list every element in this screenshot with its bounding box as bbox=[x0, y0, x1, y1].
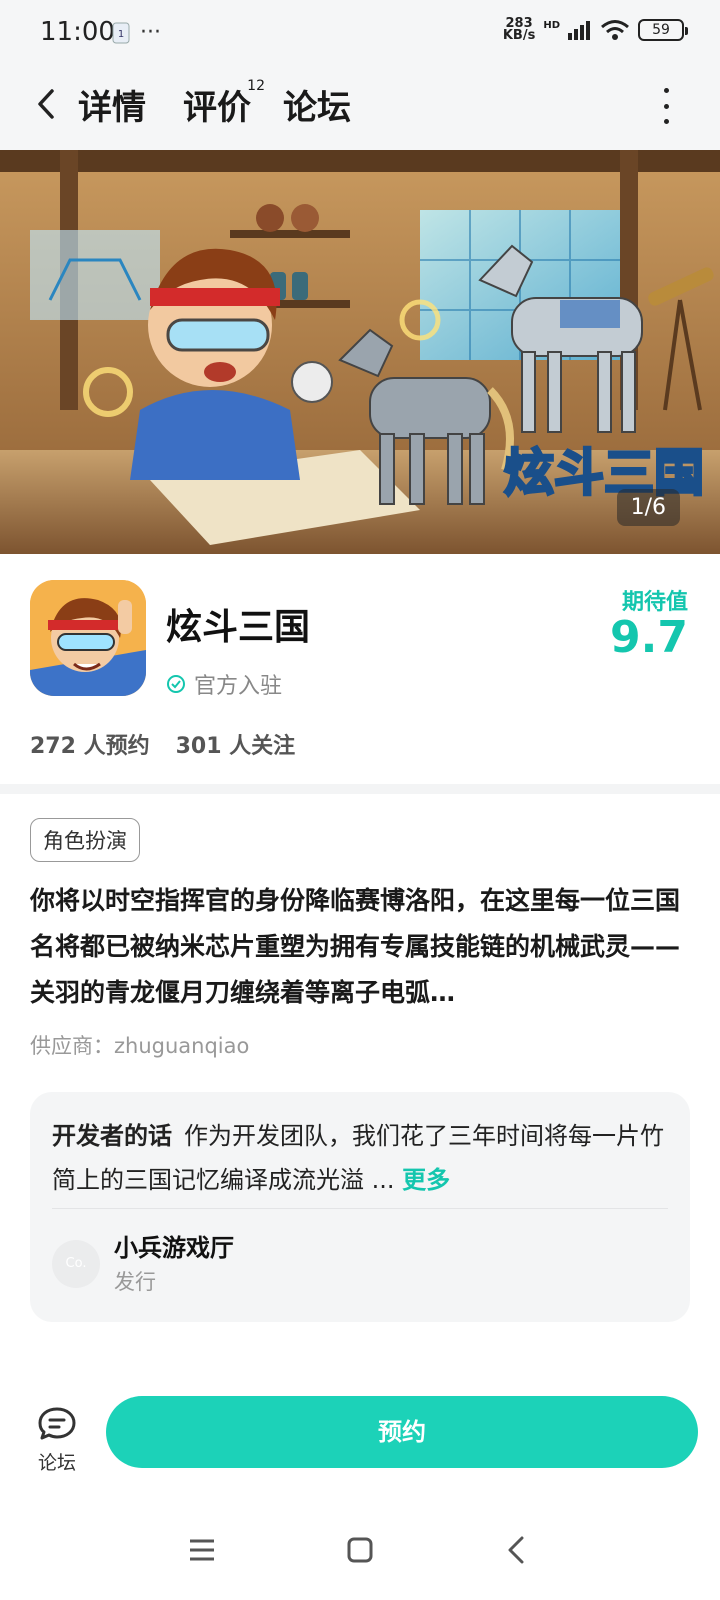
verified-check-icon bbox=[167, 675, 185, 693]
forum-button[interactable]: 论坛 bbox=[30, 1406, 84, 1475]
screenshot-carousel[interactable]: 炫斗三国 1/6 bbox=[0, 150, 720, 554]
more-notifications-indicator: ··· bbox=[140, 20, 161, 45]
notification-app-icon: 1 bbox=[112, 22, 130, 43]
carousel-counter: 1/6 bbox=[616, 489, 680, 526]
developer-words-title: 开发者的话 bbox=[52, 1122, 172, 1150]
more-link[interactable]: 更多 bbox=[402, 1166, 450, 1194]
card-divider bbox=[52, 1208, 668, 1209]
developer-card: 开发者的话 作为开发团队，我们花了三年时间将每一片竹简上的三国记忆编译成流光溢 .… bbox=[30, 1092, 690, 1322]
app-name: 炫斗三国 bbox=[166, 607, 311, 648]
hd-label: HD bbox=[543, 20, 560, 31]
home-square-icon bbox=[347, 1537, 373, 1563]
back-chevron-icon bbox=[508, 1536, 524, 1564]
menu-icon bbox=[190, 1539, 214, 1561]
follower-count: 301 人关注 bbox=[175, 734, 296, 759]
home-nav-button[interactable] bbox=[340, 1530, 380, 1570]
tab-reviews[interactable]: 评价 12 bbox=[183, 78, 265, 129]
app-stats: 272 人预约 301 人关注 bbox=[30, 728, 295, 760]
app-icon-art bbox=[30, 580, 146, 696]
app-info-section: 炫斗三国 官方入驻 期待值 9.7 272 人预约 301 人关注 bbox=[0, 554, 720, 784]
more-dot-icon bbox=[663, 88, 669, 93]
system-nav-bar bbox=[0, 1500, 720, 1600]
top-nav: 详情 评价 12 论坛 bbox=[0, 66, 720, 150]
tab-details[interactable]: 详情 bbox=[76, 80, 148, 129]
tab-forum[interactable]: 论坛 bbox=[283, 80, 351, 129]
app-icon bbox=[30, 580, 146, 696]
reservation-count: 272 人预约 bbox=[30, 734, 150, 759]
forum-chat-icon bbox=[38, 1407, 76, 1440]
status-time: 11:00 bbox=[40, 17, 115, 47]
battery-indicator: 59 bbox=[638, 19, 688, 41]
publisher-role: 发行 bbox=[114, 1270, 156, 1294]
reserve-button[interactable]: 预约 bbox=[106, 1396, 698, 1468]
genre-tag[interactable]: 角色扮演 bbox=[30, 818, 140, 862]
developer-words: 开发者的话 作为开发团队，我们花了三年时间将每一片竹简上的三国记忆编译成流光溢 .… bbox=[52, 1114, 668, 1202]
network-speed: 283 KB/s bbox=[502, 16, 536, 43]
wifi-icon bbox=[601, 20, 629, 40]
publisher-name[interactable]: 小兵游戏厅 bbox=[114, 1228, 234, 1263]
menu-nav-button[interactable] bbox=[182, 1530, 222, 1570]
game-description[interactable]: 你将以时空指挥官的身份降临赛博洛阳，在这里每一位三国名将都已被纳米芯片重塑为拥有… bbox=[30, 878, 690, 1016]
back-nav-button[interactable] bbox=[496, 1530, 536, 1570]
svg-text:1: 1 bbox=[118, 29, 124, 40]
expectation-score: 9.7 bbox=[610, 612, 688, 663]
more-options-button[interactable] bbox=[656, 88, 676, 124]
review-count-badge: 12 bbox=[247, 78, 265, 94]
banner-illustration: 炫斗三国 bbox=[0, 150, 720, 554]
section-divider bbox=[0, 784, 720, 794]
signal-icon bbox=[568, 21, 590, 40]
status-bar: 11:00 1 ··· 283 KB/s HD 59 bbox=[0, 0, 720, 66]
bottom-action-bar: 论坛 预约 bbox=[0, 1376, 720, 1486]
back-arrow-icon bbox=[38, 89, 54, 119]
supplier-info: 供应商：zhuguanqiao bbox=[30, 1034, 250, 1058]
official-badge: 官方入驻 bbox=[166, 668, 282, 700]
back-button[interactable] bbox=[26, 84, 66, 124]
publisher-avatar[interactable]: Co. bbox=[52, 1240, 100, 1288]
